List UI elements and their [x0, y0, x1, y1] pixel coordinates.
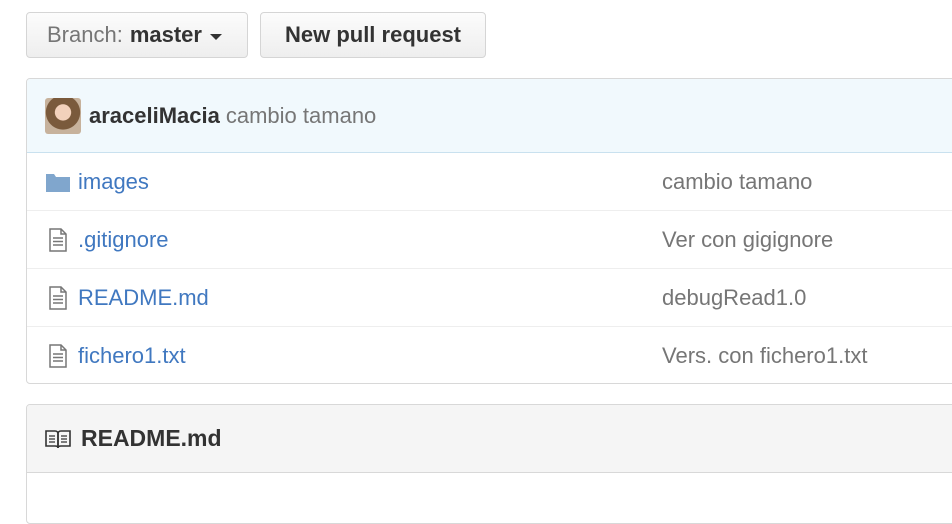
file-name-link[interactable]: images: [78, 169, 149, 195]
commit-message-link[interactable]: cambio tamano: [226, 103, 376, 129]
readme-header: README.md: [27, 405, 952, 473]
file-name-link[interactable]: README.md: [78, 285, 209, 311]
file-icon: [45, 227, 71, 252]
file-row-readme: README.md debugRead1.0: [27, 269, 952, 327]
readme-title: README.md: [81, 425, 222, 451]
commit-author-link[interactable]: araceliMacia: [89, 103, 220, 129]
book-icon: [45, 429, 71, 449]
file-row-fichero1: fichero1.txt Vers. con fichero1.txt: [27, 327, 952, 383]
file-icon: [45, 285, 71, 310]
branch-prefix-label: Branch:: [47, 22, 123, 47]
new-pull-request-button[interactable]: New pull request: [260, 12, 486, 58]
file-row-images: images cambio tamano: [27, 153, 952, 211]
file-name-link[interactable]: .gitignore: [78, 227, 169, 253]
file-navigation-box: araceliMacia cambio tamano images cambio…: [26, 78, 952, 384]
branch-select-button[interactable]: Branch: master: [26, 12, 248, 58]
file-commit-message-link[interactable]: Ver con gigignore: [662, 227, 833, 253]
readme-box: README.md: [26, 404, 952, 524]
file-commit-message-link[interactable]: Vers. con fichero1.txt: [662, 343, 867, 369]
folder-icon: [45, 171, 71, 193]
file-name-link[interactable]: fichero1.txt: [78, 343, 186, 369]
latest-commit-bar: araceliMacia cambio tamano: [27, 79, 952, 153]
chevron-down-icon: [209, 33, 222, 40]
file-commit-message-link[interactable]: debugRead1.0: [662, 285, 806, 311]
branch-name: master: [129, 22, 202, 47]
avatar[interactable]: [45, 97, 81, 134]
file-row-gitignore: .gitignore Ver con gigignore: [27, 211, 952, 269]
file-icon: [45, 344, 71, 368]
file-commit-message-link[interactable]: cambio tamano: [662, 169, 812, 195]
